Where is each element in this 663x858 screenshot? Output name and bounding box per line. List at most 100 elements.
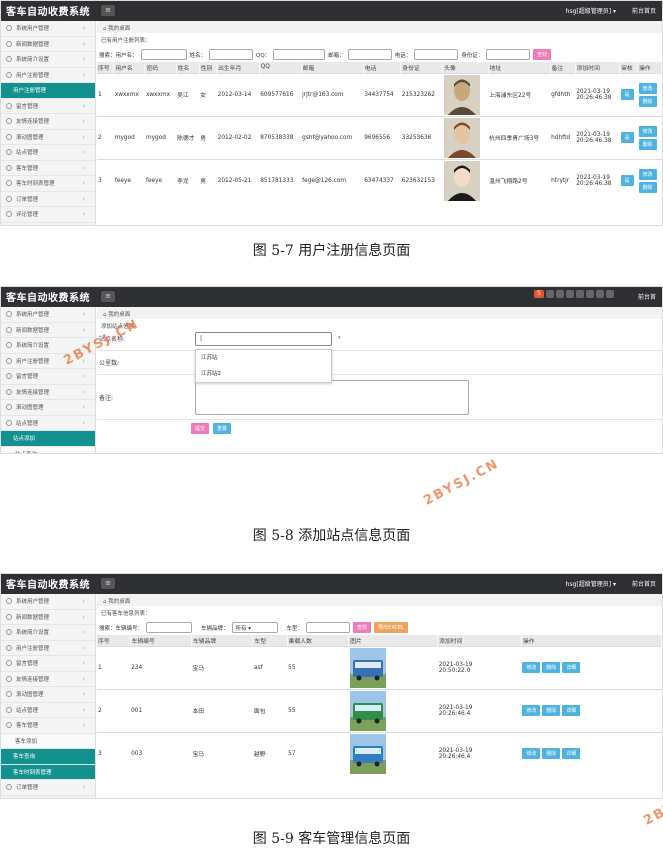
table-row: 1 234 宝马 asf 55 2021-03-19 20:50:22.0 修改 删除 详细 <box>97 645 662 689</box>
delete-button[interactable]: 删除 <box>542 748 561 760</box>
sidebar-item[interactable]: 滚动图管理 ‹ <box>1 130 95 145</box>
chevron-left-icon: ‹ <box>82 690 85 698</box>
brand-select[interactable]: 所有 ▾ <box>231 622 278 633</box>
audit-button[interactable]: 是 <box>620 89 634 100</box>
menu-toggle-icon[interactable]: ≡ <box>101 578 115 589</box>
user-icon <box>6 326 12 333</box>
sidebar-item[interactable]: 站点查询 <box>1 446 95 453</box>
search-label-phone: 电话： <box>394 52 412 59</box>
station-name-input[interactable]: | <box>195 331 332 346</box>
sidebar-item[interactable]: 客车添加 <box>1 733 95 749</box>
sidebar-item[interactable]: 滚动图管理 ‹ <box>1 400 95 416</box>
sidebar-item[interactable]: 友情连接管理 ‹ <box>1 385 95 400</box>
sidebar-item[interactable]: 客车时刻表管理 <box>1 764 95 780</box>
sidebar-item[interactable]: 系统用户管理 ‹ <box>1 594 95 610</box>
table-cell: 609577616 <box>259 72 302 116</box>
keyboard-icon[interactable] <box>586 290 594 298</box>
sidebar-item[interactable]: 新闻数据管理 ‹ <box>1 323 95 338</box>
edit-button[interactable]: 修改 <box>522 662 541 673</box>
shirt-icon[interactable] <box>596 290 604 298</box>
sidebar-item[interactable]: 订单管理 ‹ <box>1 192 95 207</box>
toolbar-icon[interactable] <box>566 290 574 298</box>
delete-button[interactable]: 删除 <box>638 95 657 107</box>
sidebar-item[interactable]: 友情连接管理 ‹ <box>1 672 95 687</box>
column-header: 备注 <box>550 62 576 73</box>
grid-icon[interactable] <box>606 290 614 298</box>
submit-button[interactable]: 提交 <box>191 423 210 434</box>
qq-input[interactable] <box>273 49 326 60</box>
sidebar-item[interactable]: 用户注册管理 ‹ <box>1 68 95 83</box>
sogou-icon[interactable]: S <box>534 290 544 298</box>
note-textarea[interactable] <box>195 379 469 415</box>
sidebar-item[interactable]: 客车管理 ‹ <box>1 718 95 734</box>
detail-button[interactable]: 详细 <box>562 662 581 673</box>
edit-button[interactable]: 修改 <box>522 705 541 716</box>
mic-icon[interactable] <box>576 290 584 298</box>
list-title: 已有用户注册列表： <box>101 38 151 44</box>
email-input[interactable] <box>347 49 392 60</box>
sidebar-item[interactable]: 站点添加 <box>1 431 95 447</box>
audit-button[interactable]: 是 <box>620 132 634 143</box>
sidebar-item[interactable]: 系统用户管理 ‹ <box>1 307 95 323</box>
detail-button[interactable]: 详细 <box>562 705 581 716</box>
sidebar-item[interactable]: 客车查询 <box>1 749 95 765</box>
home-link[interactable]: 前台首 <box>638 292 656 301</box>
sidebar-item[interactable]: 系统用户管理 ‹ <box>1 21 95 37</box>
sidebar-item[interactable]: 新闻数据管理 ‹ <box>1 37 95 52</box>
sidebar-item[interactable]: 订单管理 ‹ <box>1 780 95 796</box>
time-cell: 2021-03-19 20:26:46.4 <box>437 731 522 775</box>
sidebar-item[interactable]: 系统简介设置 ‹ <box>1 52 95 68</box>
user-icon <box>6 25 12 32</box>
user-menu[interactable]: hsg[超级管理员] ▾ <box>566 579 616 588</box>
type-input[interactable] <box>306 622 351 633</box>
idcard-input[interactable] <box>486 49 531 60</box>
sidebar-item[interactable]: 客车时刻表管理 ‹ <box>1 176 95 192</box>
table-cell: jrjtr@163.com <box>301 72 364 116</box>
home-link[interactable]: 前台首页 <box>632 6 656 15</box>
phone-input[interactable] <box>414 49 459 60</box>
name-input[interactable] <box>209 49 254 60</box>
edit-button[interactable]: 修改 <box>638 168 657 180</box>
home-link[interactable]: 前台首页 <box>632 579 656 588</box>
toolbar-icon[interactable] <box>556 290 564 298</box>
edit-button[interactable]: 修改 <box>638 125 657 137</box>
reset-button[interactable]: 重置 <box>213 423 232 434</box>
toolbar-icon[interactable] <box>546 290 554 298</box>
sidebar-item[interactable]: 友情连接管理 ‹ <box>1 114 95 130</box>
table-cell: 2012-02-02 <box>216 115 260 159</box>
suggest-item[interactable]: 江苏站 <box>196 350 331 366</box>
export-excel-button[interactable]: 导出EXCEL <box>374 622 408 633</box>
user-menu[interactable]: hsg[超级管理员] ▾ <box>566 6 616 15</box>
chevron-left-icon: ‹ <box>82 643 85 652</box>
audit-button[interactable]: 是 <box>620 175 634 187</box>
sidebar-item[interactable]: 站点管理 ‹ <box>1 416 95 431</box>
delete-button[interactable]: 删除 <box>638 138 657 150</box>
sidebar-item[interactable]: 留言管理 ‹ <box>1 656 95 672</box>
sidebar-item[interactable]: 系统简介设置 ‹ <box>1 625 95 641</box>
edit-button[interactable]: 修改 <box>522 748 541 760</box>
bus-code-input[interactable] <box>146 622 193 633</box>
menu-toggle-icon[interactable]: ≡ <box>101 291 115 302</box>
delete-button[interactable]: 删除 <box>542 662 561 673</box>
sidebar-item[interactable]: 评论管理 ‹ <box>1 207 95 223</box>
detail-button[interactable]: 详细 <box>562 748 581 760</box>
search-button[interactable]: 查找 <box>533 49 552 60</box>
sidebar-item[interactable]: 留言管理 ‹ <box>1 99 95 114</box>
sidebar-item[interactable]: 留言管理 ‹ <box>1 369 95 385</box>
edit-button[interactable]: 修改 <box>638 82 657 94</box>
search-button[interactable]: 查找 <box>353 622 372 633</box>
delete-button[interactable]: 删除 <box>638 181 657 193</box>
search-bar: 搜索：车辆编号： 车辆品牌： 所有 ▾ 车型： 查找 导出EXCEL <box>97 620 662 635</box>
username-input[interactable] <box>140 49 187 60</box>
delete-button[interactable]: 删除 <box>542 705 561 716</box>
sidebar-item[interactable]: 用户注册管理 ‹ <box>1 641 95 656</box>
sidebar-item[interactable]: 滚动图管理 ‹ <box>1 687 95 703</box>
sidebar-item[interactable]: 新闻数据管理 ‹ <box>1 610 95 625</box>
column-header: 姓名 <box>176 62 200 73</box>
sidebar-item[interactable]: 客车管理 ‹ <box>1 161 95 176</box>
suggest-item[interactable]: 江苏站2 <box>196 366 331 382</box>
menu-toggle-icon[interactable]: ≡ <box>101 5 115 16</box>
sidebar-item[interactable]: 站点管理 ‹ <box>1 703 95 718</box>
sidebar-item[interactable]: 站点管理 ‹ <box>1 145 95 161</box>
sidebar-item[interactable]: 用户注册管理 <box>1 83 95 99</box>
